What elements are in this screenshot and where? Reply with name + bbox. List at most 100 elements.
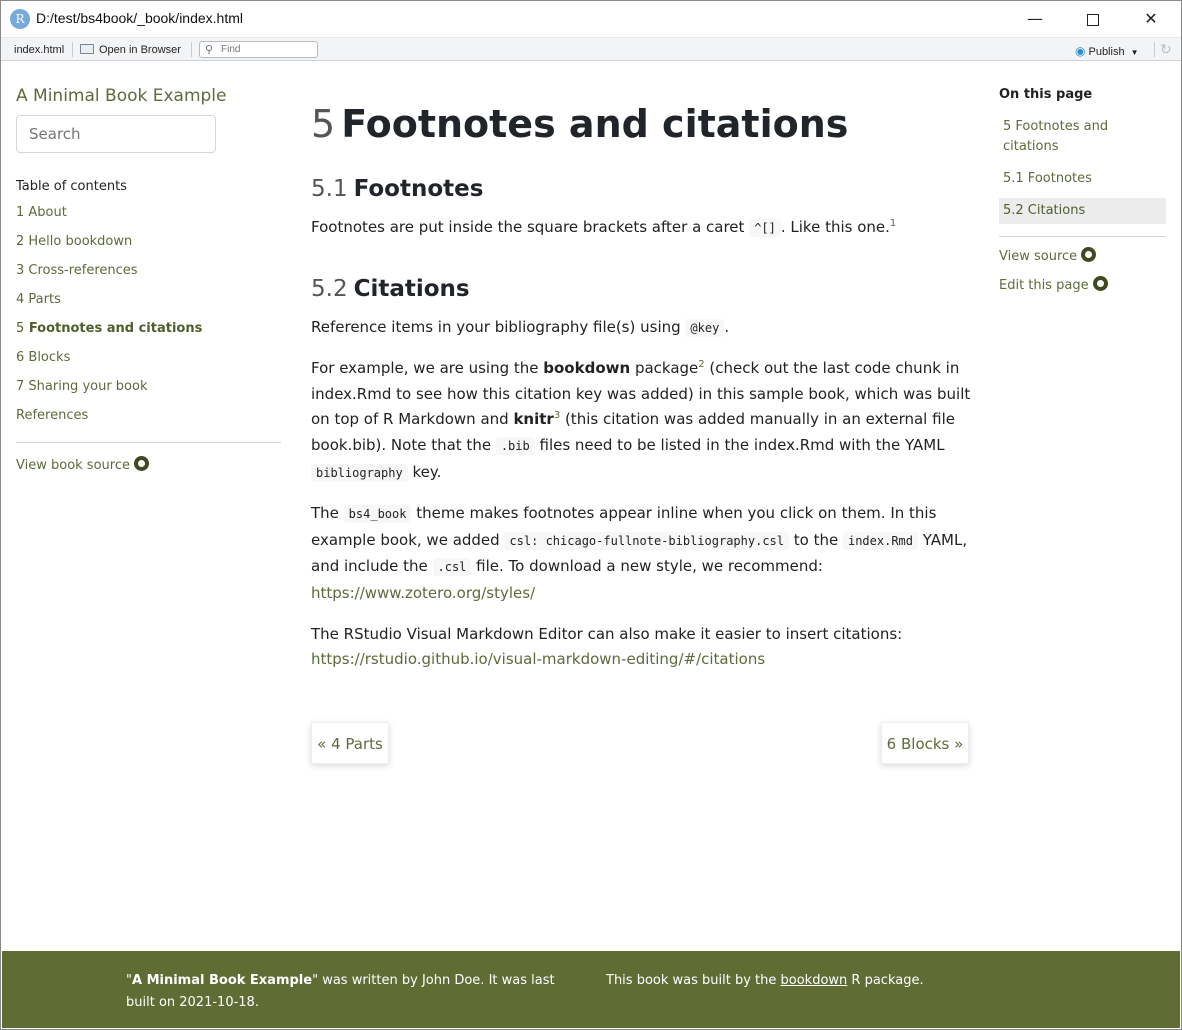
- prev-chapter-button[interactable]: « 4 Parts: [311, 722, 389, 764]
- zotero-styles-link[interactable]: https://www.zotero.org/styles/: [311, 584, 535, 602]
- toolbar-divider: [191, 42, 192, 57]
- view-source-label: View source: [999, 249, 1078, 264]
- visual-markdown-link[interactable]: https://rstudio.github.io/visual-markdow…: [311, 650, 765, 668]
- toolbar-divider: [1154, 42, 1155, 57]
- paragraph-bookdown: For example, we are using the bookdown p…: [311, 356, 971, 486]
- knitr-bold: knitr: [513, 410, 554, 429]
- text: The: [311, 504, 344, 523]
- browser-icon: [80, 44, 94, 54]
- section-number: 5.1: [311, 176, 348, 202]
- paragraph-citations-intro: Reference items in your bibliography fil…: [311, 315, 971, 342]
- edit-page-link[interactable]: Edit this page: [999, 276, 1108, 293]
- rstudio-icon: R: [10, 9, 30, 29]
- file-tab[interactable]: index.html: [14, 44, 64, 56]
- inline-code: .bib: [495, 436, 535, 455]
- otp-item-citations[interactable]: 5.2 Citations: [999, 198, 1166, 224]
- open-in-browser-button[interactable]: Open in Browser: [80, 44, 181, 56]
- chevron-down-icon: ▼: [1130, 48, 1139, 57]
- open-in-browser-label: Open in Browser: [99, 44, 181, 56]
- inline-code: .csl: [432, 558, 472, 577]
- on-this-page-heading: On this page: [999, 87, 1093, 102]
- inline-code: index.Rmd: [842, 531, 919, 550]
- text: key.: [407, 462, 442, 481]
- maximize-button[interactable]: [1070, 4, 1116, 34]
- toc-item-blocks[interactable]: 6 Blocks: [16, 350, 202, 379]
- book-page: A Minimal Book Example Table of contents…: [2, 62, 1180, 951]
- window-title: D:/test/bs4book/_book/index.html: [36, 10, 244, 26]
- inline-code: csl: chicago-fullnote-bibliography.csl: [504, 531, 789, 550]
- toc-item-hello-bookdown[interactable]: 2 Hello bookdown: [16, 234, 202, 263]
- main-content: 5 Footnotes and citations 5.1 Footnotes Fo…: [311, 102, 971, 673]
- footer-built-with: This book was built by the bookdown R pa…: [606, 970, 924, 992]
- github-icon: [133, 456, 149, 471]
- footer-book-title: A Minimal Book Example: [131, 973, 313, 988]
- find-box[interactable]: ⚲: [199, 41, 318, 58]
- section-heading-citations: 5.2 Citations: [311, 276, 971, 308]
- chapter-number: 5: [311, 102, 336, 146]
- inline-code: bibliography: [311, 463, 408, 482]
- toc-item-label: Footnotes and citations: [28, 321, 203, 336]
- section-title: Citations: [353, 275, 470, 302]
- view-book-source-label: View book source: [16, 458, 130, 473]
- minimize-button[interactable]: —: [1012, 4, 1058, 34]
- text: The RStudio Visual Markdown Editor can a…: [311, 624, 903, 643]
- publish-label: Publish: [1088, 46, 1125, 58]
- view-book-source-link[interactable]: View book source: [16, 456, 149, 473]
- footnote-ref-1[interactable]: 1: [890, 218, 896, 229]
- close-button[interactable]: ✕: [1128, 4, 1174, 34]
- section-number: 5.2: [311, 275, 348, 302]
- toc-item-cross-references[interactable]: 3 Cross-references: [16, 263, 202, 292]
- otp-item-footnotes[interactable]: 5.1 Footnotes: [999, 166, 1166, 192]
- next-chapter-button[interactable]: 6 Blocks »: [881, 722, 969, 764]
- text: files need to be listed in the index.Rmd…: [534, 435, 945, 454]
- github-icon: [1092, 276, 1108, 291]
- paragraph-theme: The bs4_book theme makes footnotes appea…: [311, 501, 971, 606]
- toc-heading: Table of contents: [16, 179, 127, 194]
- sidebar-divider: [16, 442, 281, 443]
- github-icon: [1081, 247, 1097, 262]
- text: R package.: [847, 973, 924, 988]
- inline-code: bs4_book: [343, 505, 412, 524]
- text: Reference items in your bibliography fil…: [311, 317, 686, 336]
- text: .: [724, 317, 730, 336]
- text: package: [630, 359, 699, 378]
- chapter-title: Footnotes and citations: [341, 102, 849, 146]
- toc-item-sharing[interactable]: 7 Sharing your book: [16, 379, 202, 408]
- text: Footnotes are put inside the square brac…: [311, 218, 750, 236]
- edit-page-label: Edit this page: [999, 278, 1089, 293]
- toc-item-about[interactable]: 1 About: [16, 205, 202, 234]
- search-input[interactable]: [16, 115, 216, 153]
- text: This book was built by the: [606, 973, 781, 988]
- bookdown-bold: bookdown: [543, 359, 631, 378]
- find-input[interactable]: [221, 43, 313, 56]
- view-source-link[interactable]: View source: [999, 247, 1097, 264]
- on-this-page-nav: 5 Footnotes and citations 5.1 Footnotes …: [999, 114, 1166, 230]
- inline-code: ^[]: [749, 219, 781, 237]
- publish-icon: ◉: [1075, 44, 1086, 58]
- paragraph-visual-editor: The RStudio Visual Markdown Editor can a…: [311, 622, 971, 673]
- section-heading-footnotes: 5.1 Footnotes: [311, 176, 971, 208]
- page-footer: "A Minimal Book Example" was written by …: [2, 951, 1180, 1028]
- footer-credits: "A Minimal Book Example" was written by …: [126, 970, 578, 1014]
- text: to the: [789, 530, 843, 549]
- bookdown-link[interactable]: bookdown: [781, 973, 848, 988]
- paragraph-footnotes: Footnotes are put inside the square brac…: [311, 215, 971, 242]
- text: . Like this one.: [780, 218, 890, 236]
- publish-button[interactable]: ◉ Publish ▼: [1075, 44, 1138, 58]
- text: file. To download a new style, we recomm…: [471, 557, 823, 576]
- table-of-contents: 1 About 2 Hello bookdown 3 Cross-referen…: [16, 205, 202, 437]
- toc-item-number: 5: [16, 321, 25, 336]
- toc-item-references[interactable]: References: [16, 408, 202, 437]
- book-title-link[interactable]: A Minimal Book Example: [16, 86, 227, 106]
- text: For example, we are using the: [311, 359, 544, 378]
- window-titlebar: R D:/test/bs4book/_book/index.html — ✕: [0, 0, 1182, 38]
- inline-code: @key: [685, 318, 725, 337]
- refresh-icon[interactable]: ↻: [1160, 41, 1172, 58]
- viewer-toolbar: index.html Open in Browser ⚲ ◉Publish ▼ ↻: [0, 38, 1182, 61]
- right-sidebar-divider: [999, 236, 1166, 237]
- search-icon: ⚲: [205, 44, 214, 56]
- toc-item-footnotes-and-citations[interactable]: 5 Footnotes and citations: [16, 321, 202, 350]
- toc-item-parts[interactable]: 4 Parts: [16, 292, 202, 321]
- toolbar-divider: [72, 42, 73, 57]
- otp-item-chapter[interactable]: 5 Footnotes and citations: [999, 114, 1166, 160]
